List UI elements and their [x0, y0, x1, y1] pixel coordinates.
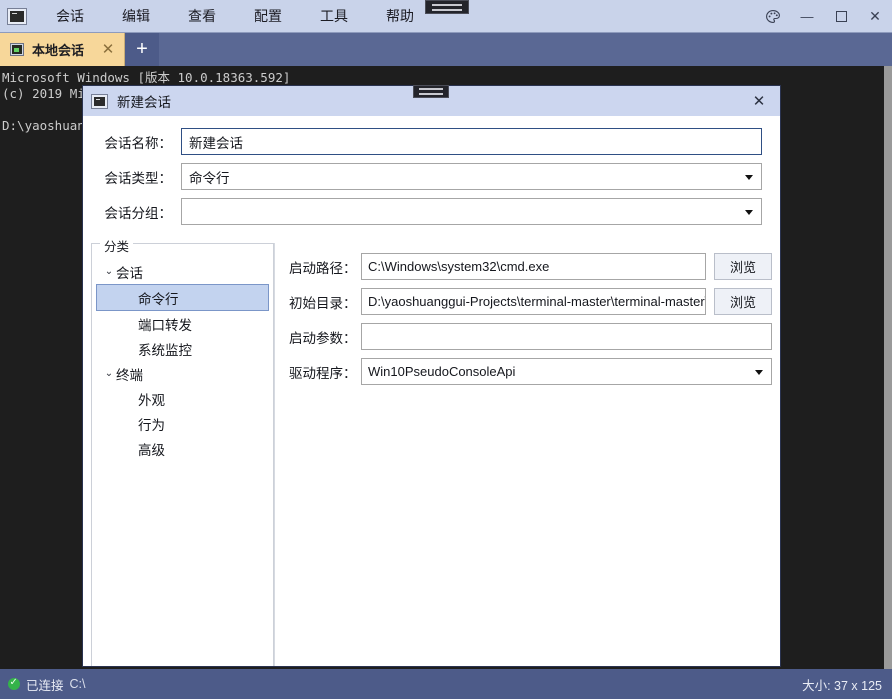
- status-connection: 已连接 C:\: [0, 675, 86, 694]
- detail-row-launch-path: 启动路径： C:\Windows\system32\cmd.exe 浏览: [289, 249, 772, 284]
- window-controls: — ✕: [756, 0, 892, 33]
- dialog-body: 会话名称： 新建会话 会话类型： 命令行 会话分组： 分类 ⌄ 会话 命令行 端…: [83, 116, 780, 666]
- tree-group-session[interactable]: ⌄ 会话: [92, 259, 273, 284]
- terminal-icon: [7, 7, 27, 25]
- chevron-down-icon: ⌄: [104, 266, 114, 277]
- dialog-top-form: 会话名称： 新建会话 会话类型： 命令行 会话分组：: [83, 116, 780, 233]
- minimize-button[interactable]: —: [790, 0, 824, 33]
- category-legend: 分类: [100, 236, 134, 255]
- label-session-group: 会话分组：: [104, 205, 173, 221]
- detail-row-launch-args: 启动参数：: [289, 319, 772, 354]
- tree-group-label: 终端: [116, 367, 143, 383]
- status-path: C:\: [69, 677, 86, 691]
- status-size: 大小: 37 x 125: [802, 678, 882, 693]
- session-type-value: 命令行: [189, 170, 230, 186]
- tree-group-terminal[interactable]: ⌄ 终端: [92, 361, 273, 386]
- new-tab-button[interactable]: +: [125, 33, 160, 66]
- browse-start-dir-button[interactable]: 浏览: [714, 288, 772, 315]
- chevron-down-icon: [755, 369, 763, 375]
- category-tree: ⌄ 会话 命令行 端口转发 系统监控 ⌄ 终端 外观 行为 高级: [92, 249, 273, 461]
- driver-select[interactable]: Win10PseudoConsoleApi: [361, 358, 772, 385]
- status-connection-label: 已连接: [26, 678, 64, 693]
- sidebar-item-advanced[interactable]: 高级: [96, 436, 269, 461]
- menu-item-config[interactable]: 配置: [235, 0, 301, 32]
- toolbar-grip-handle[interactable]: [425, 0, 469, 14]
- detail-row-driver: 驱动程序： Win10PseudoConsoleApi: [289, 354, 772, 389]
- sidebar-item-command-line[interactable]: 命令行: [96, 284, 269, 311]
- session-name-input[interactable]: 新建会话: [181, 128, 762, 155]
- label-session-type: 会话类型：: [104, 170, 173, 186]
- tab-close-icon[interactable]: ✕: [100, 42, 116, 57]
- label-launch-path: 启动路径：: [289, 260, 357, 276]
- sidebar-item-port-forward[interactable]: 端口转发: [96, 311, 269, 336]
- start-dir-input[interactable]: D:\yaoshuanggui-Projects\terminal-master…: [361, 288, 706, 315]
- detail-row-start-dir: 初始目录： D:\yaoshuanggui-Projects\terminal-…: [289, 284, 772, 319]
- driver-value: Win10PseudoConsoleApi: [368, 364, 516, 379]
- menu-bar: 会话 编辑 查看 配置 工具 帮助: [37, 0, 433, 32]
- tab-label: 本地会话: [32, 43, 85, 58]
- launch-args-input[interactable]: [361, 323, 772, 350]
- menu-item-tools[interactable]: 工具: [301, 0, 367, 32]
- dialog-terminal-icon: [91, 93, 108, 109]
- chevron-down-icon: [745, 209, 753, 215]
- label-driver: 驱动程序：: [289, 365, 357, 381]
- dialog-close-button[interactable]: ✕: [738, 86, 780, 116]
- sidebar-item-system-monitor[interactable]: 系统监控: [96, 336, 269, 361]
- menu-item-view[interactable]: 查看: [169, 0, 235, 32]
- label-start-dir: 初始目录：: [289, 295, 357, 311]
- tab-local-session[interactable]: 本地会话 ✕: [0, 33, 126, 66]
- dialog-split: 分类 ⌄ 会话 命令行 端口转发 系统监控 ⌄ 终端 外观 行为 高级 启动路径…: [83, 236, 780, 666]
- field-row-session-name: 会话名称： 新建会话: [91, 124, 762, 159]
- menu-item-help[interactable]: 帮助: [367, 0, 433, 32]
- category-panel: 分类 ⌄ 会话 命令行 端口转发 系统监控 ⌄ 终端 外观 行为 高级: [91, 236, 274, 666]
- close-button[interactable]: ✕: [858, 0, 892, 33]
- status-bar: 已连接 C:\ 大小: 37 x 125: [0, 669, 892, 699]
- label-launch-args: 启动参数：: [289, 330, 357, 346]
- label-session-name: 会话名称：: [104, 135, 173, 151]
- dialog-title: 新建会话: [117, 95, 171, 110]
- field-row-session-group: 会话分组：: [91, 194, 762, 229]
- sidebar-item-behavior[interactable]: 行为: [96, 411, 269, 436]
- connected-icon: [8, 676, 20, 690]
- maximize-button[interactable]: [824, 0, 858, 33]
- browse-launch-path-button[interactable]: 浏览: [714, 253, 772, 280]
- sidebar-item-appearance[interactable]: 外观: [96, 386, 269, 411]
- launch-path-input[interactable]: C:\Windows\system32\cmd.exe: [361, 253, 706, 280]
- tab-strip: 本地会话 ✕ +: [0, 33, 892, 66]
- field-row-session-type: 会话类型： 命令行: [91, 159, 762, 194]
- palette-icon[interactable]: [756, 0, 790, 33]
- session-icon: [10, 43, 24, 56]
- dialog-grip-handle[interactable]: [413, 85, 449, 98]
- detail-panel: 启动路径： C:\Windows\system32\cmd.exe 浏览 初始目…: [275, 243, 780, 666]
- tree-group-label: 会话: [116, 265, 143, 281]
- chevron-down-icon: [745, 174, 753, 180]
- menu-item-session[interactable]: 会话: [37, 0, 103, 32]
- new-session-dialog: 新建会话 ✕ 会话名称： 新建会话 会话类型： 命令行 会话分组： 分类 ⌄ 会…: [82, 85, 781, 667]
- menu-item-edit[interactable]: 编辑: [103, 0, 169, 32]
- app-window: Microsoft Windows [版本 10.0.18363.592] (c…: [0, 0, 892, 699]
- session-group-select[interactable]: [181, 198, 762, 225]
- terminal-scrollbar[interactable]: [884, 66, 892, 669]
- chevron-down-icon: ⌄: [104, 368, 114, 379]
- session-type-select[interactable]: 命令行: [181, 163, 762, 190]
